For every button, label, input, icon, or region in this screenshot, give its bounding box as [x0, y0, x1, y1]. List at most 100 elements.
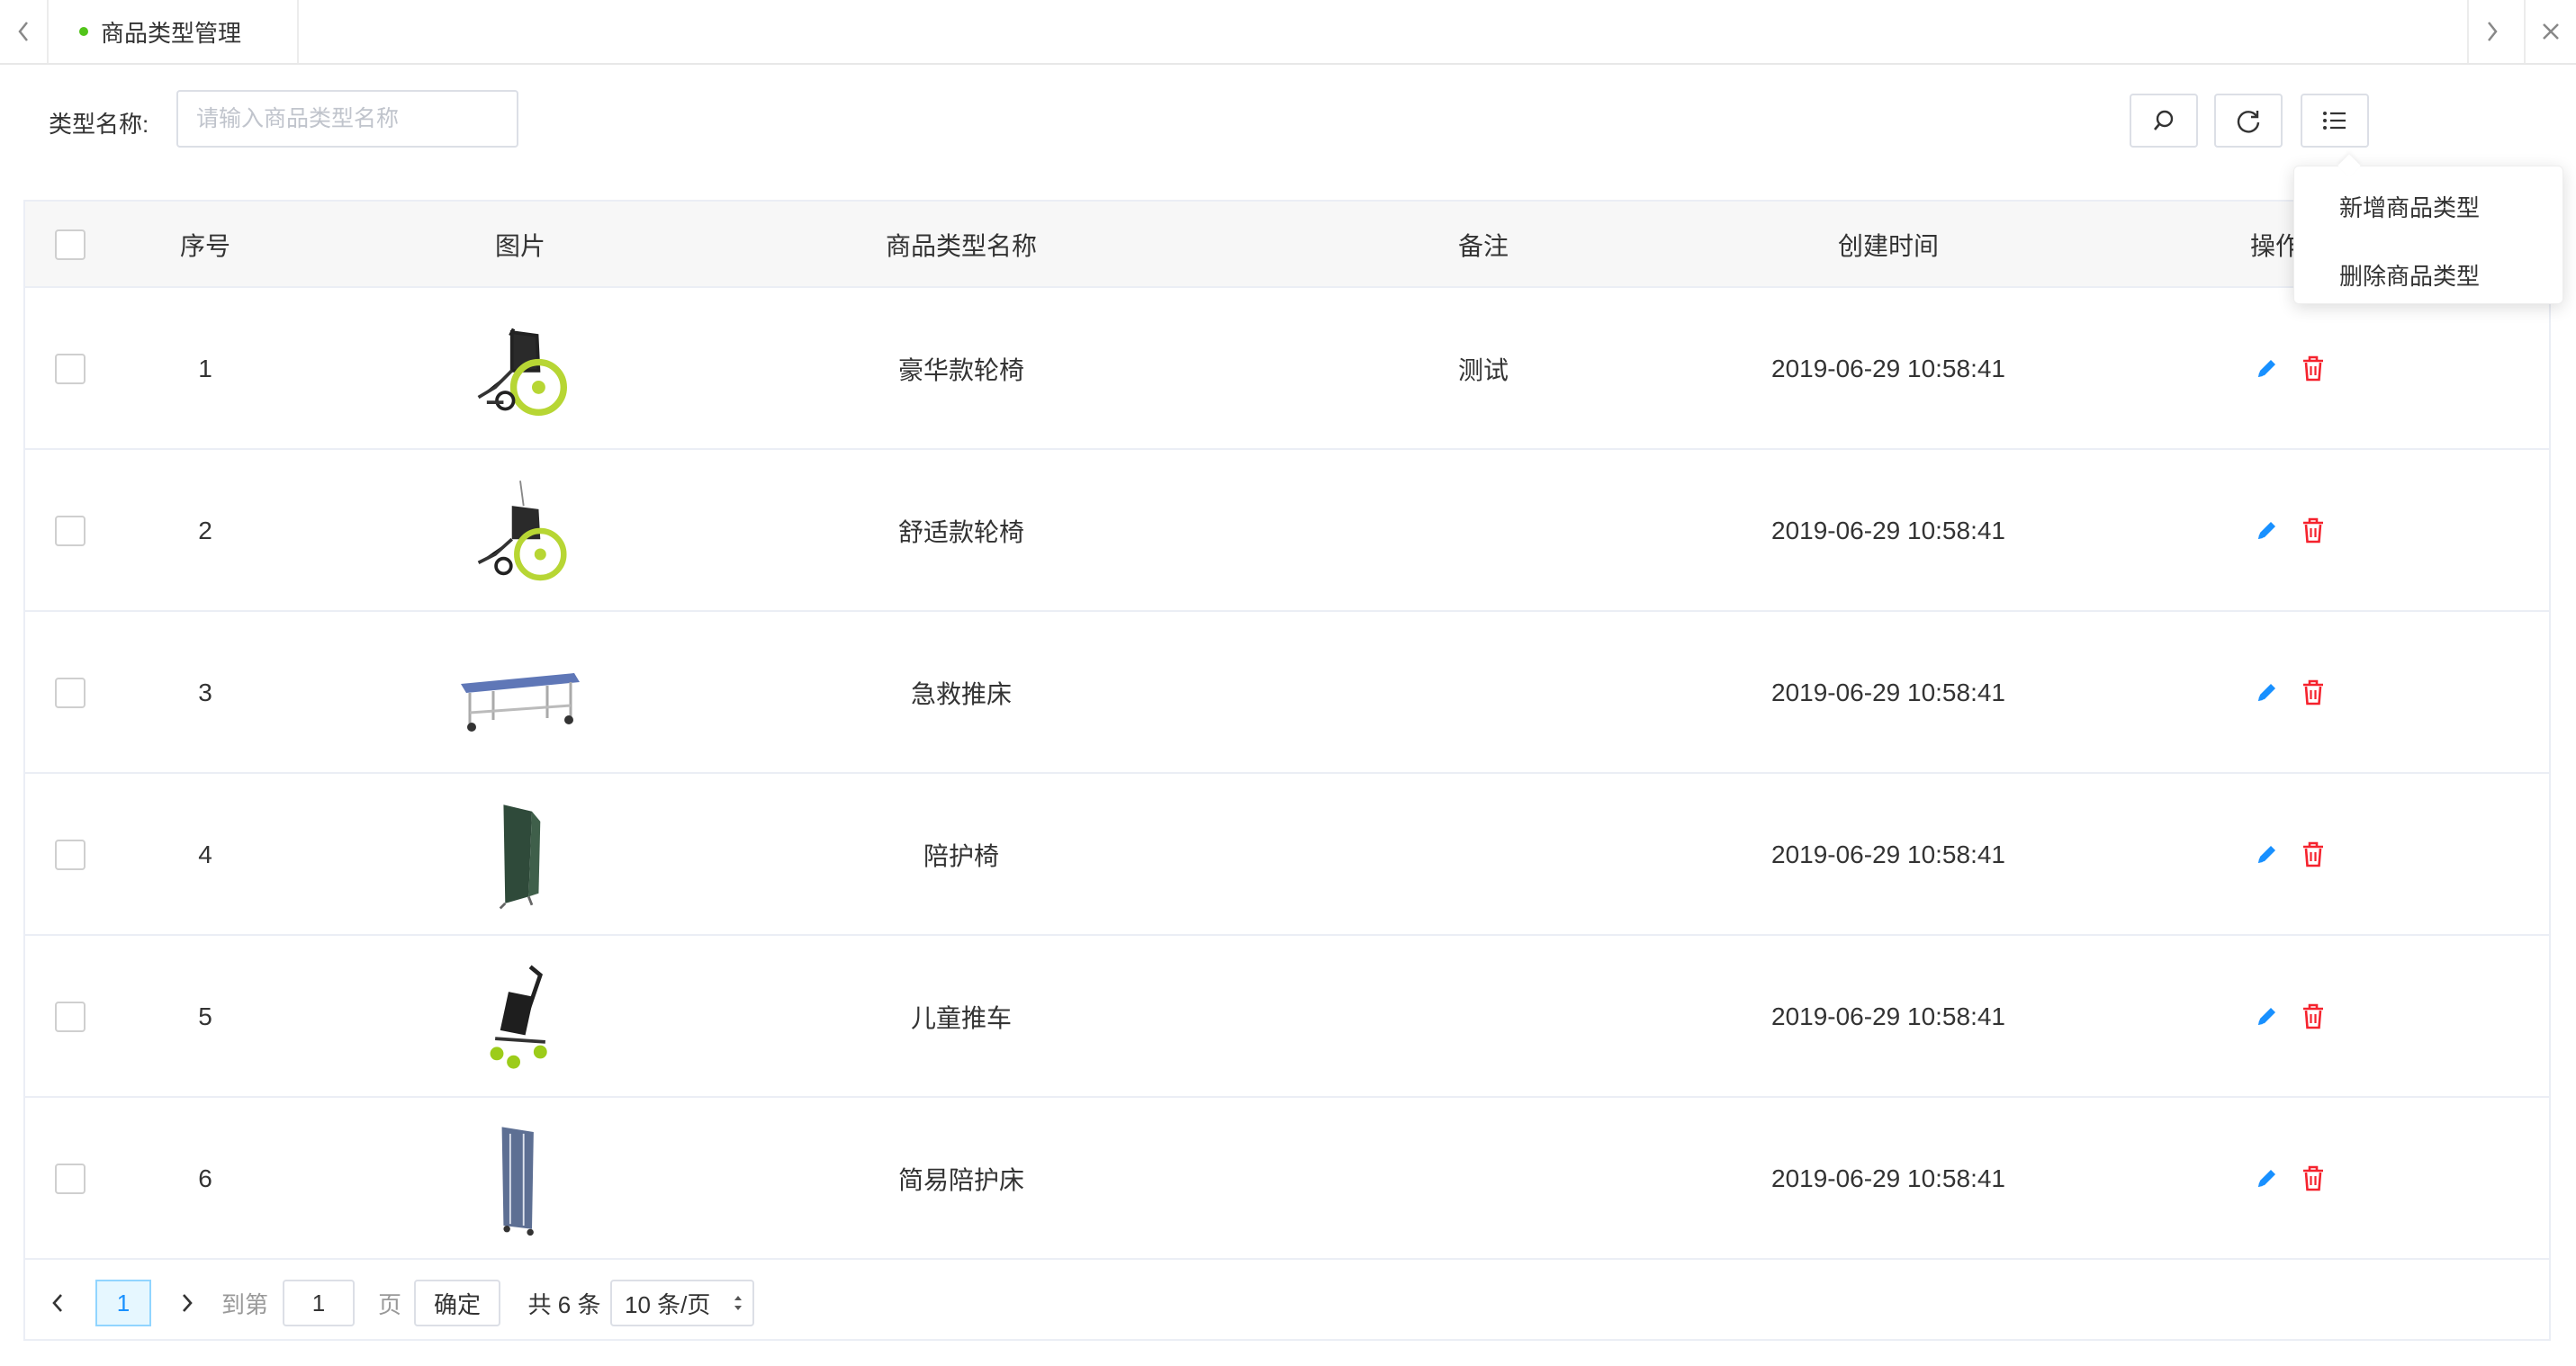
delete-icon — [2303, 679, 2323, 705]
row-created-time: 2019-06-29 10:58:41 — [1771, 355, 2005, 382]
row-created-time: 2019-06-29 10:58:41 — [1771, 517, 2005, 544]
row-name: 儿童推车 — [910, 1004, 1012, 1032]
row-created-time: 2019-06-29 10:58:41 — [1771, 840, 2005, 868]
edit-icon — [2258, 684, 2275, 701]
product-type-image — [457, 792, 583, 918]
edit-button[interactable] — [2248, 612, 2284, 774]
delete-icon — [2303, 841, 2323, 867]
row-select-cell — [43, 612, 97, 774]
tab-scroll-left-button[interactable] — [0, 0, 49, 63]
add-product-type-menu-item[interactable]: 新增商品类型 — [2339, 190, 2480, 223]
tab-close-button[interactable] — [2524, 0, 2576, 63]
delete-product-type-menu-item[interactable]: 删除商品类型 — [2339, 258, 2480, 292]
row-select-cell — [43, 288, 97, 450]
edit-button[interactable] — [2248, 450, 2284, 612]
edit-icon — [2258, 846, 2275, 863]
row-checkbox[interactable] — [55, 354, 86, 384]
tab-bar: 商品类型管理 — [0, 0, 2576, 65]
edit-button[interactable] — [2248, 288, 2284, 450]
product-type-image — [457, 468, 583, 594]
row-name: 豪华款轮椅 — [897, 356, 1024, 384]
delete-icon — [2303, 1003, 2323, 1029]
edit-button[interactable] — [2248, 936, 2284, 1098]
select-all-cell — [43, 202, 97, 288]
row-checkbox[interactable] — [55, 1002, 86, 1032]
chevron-right-icon — [183, 1294, 193, 1312]
row-index: 3 — [198, 679, 212, 706]
product-type-table: 序号 图片 商品类型名称 备注 创建时间 操作 1 豪华款轮椅 测试 2019-… — [23, 200, 2551, 1341]
search-label: 类型名称: — [49, 111, 149, 138]
tab-label: 商品类型管理 — [101, 19, 242, 47]
page-1-button[interactable]: 1 — [95, 1280, 151, 1326]
table-row: 3 急救推床 2019-06-29 10:58:41 — [25, 612, 2549, 774]
menu-button[interactable] — [2301, 94, 2369, 148]
row-name: 简易陪护床 — [897, 1166, 1024, 1194]
row-index: 2 — [198, 517, 212, 544]
header-created: 创建时间 — [1837, 232, 1939, 260]
next-page-button[interactable] — [169, 1280, 205, 1326]
header-name: 商品类型名称 — [885, 232, 1037, 260]
page-size-value: 10 条/页 — [625, 1290, 711, 1318]
active-dot-icon — [79, 27, 88, 36]
row-checkbox[interactable] — [55, 516, 86, 546]
delete-button[interactable] — [2295, 1098, 2331, 1260]
row-created-time: 2019-06-29 10:58:41 — [1771, 1164, 2005, 1192]
row-created-time: 2019-06-29 10:58:41 — [1771, 1002, 2005, 1030]
row-remark — [1321, 450, 1645, 612]
goto-label: 到第 — [221, 1290, 268, 1318]
search-input[interactable] — [176, 90, 518, 148]
edit-icon — [2258, 522, 2275, 539]
chevron-left-icon — [52, 1294, 62, 1312]
search-button[interactable] — [2130, 94, 2198, 148]
refresh-icon — [2237, 111, 2260, 133]
close-icon — [2543, 23, 2559, 40]
tab-product-type-management[interactable]: 商品类型管理 — [50, 0, 299, 63]
search-icon — [2154, 110, 2174, 130]
row-checkbox[interactable] — [55, 840, 86, 870]
row-created-time: 2019-06-29 10:58:41 — [1771, 679, 2005, 706]
refresh-button[interactable] — [2214, 94, 2283, 148]
row-remark — [1321, 936, 1645, 1098]
table-row: 4 陪护椅 2019-06-29 10:58:41 — [25, 774, 2549, 936]
row-select-cell — [43, 1098, 97, 1260]
select-all-checkbox[interactable] — [55, 229, 86, 260]
row-image-cell — [385, 774, 655, 936]
delete-button[interactable] — [2295, 774, 2331, 936]
row-index: 6 — [198, 1164, 212, 1192]
row-checkbox[interactable] — [55, 1164, 86, 1194]
chevron-left-icon — [18, 22, 28, 41]
row-select-cell — [43, 774, 97, 936]
table-row: 2 舒适款轮椅 2019-06-29 10:58:41 — [25, 450, 2549, 612]
table-row: 5 儿童推车 2019-06-29 10:58:41 — [25, 936, 2549, 1098]
row-image-cell — [385, 936, 655, 1098]
delete-button[interactable] — [2295, 936, 2331, 1098]
edit-icon — [2258, 1008, 2275, 1025]
tab-scroll-right-button[interactable] — [2467, 0, 2516, 63]
header-image: 图片 — [494, 232, 545, 260]
delete-icon — [2303, 355, 2323, 382]
prev-page-button[interactable] — [40, 1280, 76, 1326]
page-unit-label: 页 — [377, 1290, 401, 1318]
goto-page-input[interactable]: 1 — [283, 1280, 355, 1326]
actions-dropdown-menu: 新增商品类型 删除商品类型 — [2293, 166, 2563, 304]
edit-icon — [2258, 360, 2275, 377]
row-name: 舒适款轮椅 — [897, 518, 1024, 546]
row-select-cell — [43, 936, 97, 1098]
row-checkbox[interactable] — [55, 678, 86, 708]
row-index: 1 — [198, 355, 212, 382]
delete-button[interactable] — [2295, 612, 2331, 774]
select-arrows-icon — [734, 1296, 742, 1310]
delete-icon — [2303, 517, 2323, 544]
row-remark: 测试 — [1457, 356, 1509, 384]
delete-button[interactable] — [2295, 450, 2331, 612]
edit-button[interactable] — [2248, 1098, 2284, 1260]
chevron-right-icon — [2488, 22, 2498, 41]
edit-button[interactable] — [2248, 774, 2284, 936]
goto-confirm-button[interactable]: 确定 — [414, 1280, 500, 1326]
delete-button[interactable] — [2295, 288, 2331, 450]
table-row: 6 简易陪护床 2019-06-29 10:58:41 — [25, 1098, 2549, 1260]
row-remark — [1321, 774, 1645, 936]
page-size-select[interactable]: 10 条/页 — [610, 1280, 754, 1326]
product-type-image — [457, 306, 583, 432]
row-remark — [1321, 1098, 1645, 1260]
